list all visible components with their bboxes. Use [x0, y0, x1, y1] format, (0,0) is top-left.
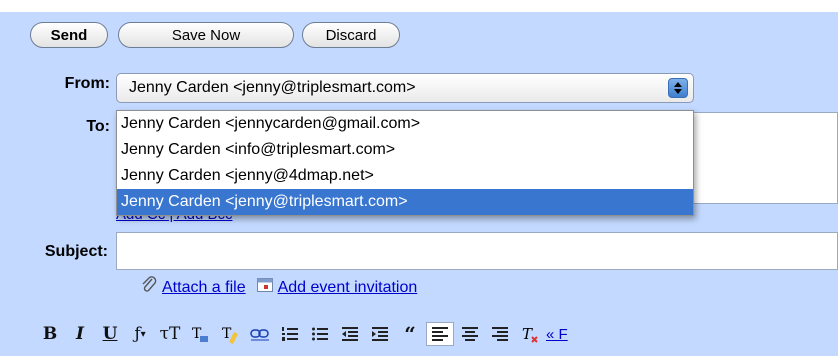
select-stepper-icon — [668, 78, 688, 98]
from-option[interactable]: Jenny Carden <jennycarden@gmail.com> — [117, 111, 693, 137]
link-icon[interactable] — [246, 322, 274, 346]
bold-icon[interactable]: B — [36, 322, 64, 346]
attach-file-link[interactable]: Attach a file — [162, 279, 246, 297]
formatting-toolbar: B I U ƒ ▾ τT T T “ T « F — [36, 320, 570, 348]
from-option[interactable]: Jenny Carden <info@triplesmart.com> — [117, 137, 693, 163]
font-family-icon[interactable]: ƒ ▾ — [126, 322, 154, 346]
from-option-selected[interactable]: Jenny Carden <jenny@triplesmart.com> — [117, 189, 693, 215]
numbered-list-icon[interactable] — [276, 322, 304, 346]
remove-formatting-icon[interactable]: T — [516, 322, 544, 346]
italic-icon[interactable]: I — [66, 322, 94, 346]
font-size-glyph: τT — [159, 324, 181, 344]
from-option[interactable]: Jenny Carden <jenny@4dmap.net> — [117, 163, 693, 189]
discard-button[interactable]: Discard — [302, 22, 400, 48]
top-strip — [0, 0, 838, 12]
align-right-icon[interactable] — [486, 322, 514, 346]
attach-row: Attach a file Add event invitation — [140, 276, 417, 299]
from-label: From: — [64, 75, 110, 92]
highlight-color-icon[interactable]: T — [216, 322, 244, 346]
to-label: To: — [86, 118, 110, 135]
align-left-icon[interactable] — [426, 322, 454, 346]
calendar-icon — [256, 276, 274, 299]
indent-more-icon[interactable] — [366, 322, 394, 346]
font-size-icon[interactable]: τT — [156, 322, 184, 346]
send-button[interactable]: Send — [30, 22, 108, 48]
subject-field[interactable] — [116, 232, 838, 270]
from-select[interactable]: Jenny Carden <jenny@triplesmart.com> — [116, 73, 694, 103]
svg-text:T: T — [522, 325, 533, 343]
from-selected-value: Jenny Carden <jenny@triplesmart.com> — [129, 79, 416, 96]
quote-icon[interactable]: “ — [396, 322, 424, 346]
align-center-icon[interactable] — [456, 322, 484, 346]
text-color-icon[interactable]: T — [186, 322, 214, 346]
save-now-button[interactable]: Save Now — [118, 22, 294, 48]
compose-panel: Send Save Now Discard From: Jenny Carden… — [0, 0, 838, 356]
from-dropdown-menu: Jenny Carden <jennycarden@gmail.com> Jen… — [116, 110, 694, 216]
indent-less-icon[interactable] — [336, 322, 364, 346]
underline-icon[interactable]: U — [96, 322, 124, 346]
more-formatting-link[interactable]: « F — [546, 322, 568, 346]
subject-label: Subject: — [44, 243, 108, 260]
add-event-invitation-link[interactable]: Add event invitation — [278, 279, 418, 297]
bulleted-list-icon[interactable] — [306, 322, 334, 346]
paperclip-icon — [140, 276, 158, 299]
